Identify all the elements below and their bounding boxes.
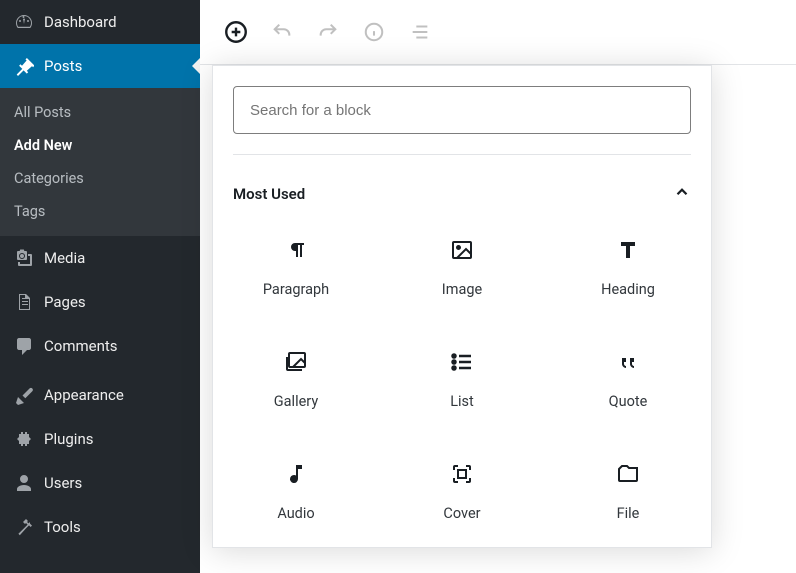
sidebar-item-dashboard[interactable]: Dashboard [0, 0, 200, 44]
block-search-input[interactable] [233, 86, 691, 134]
pages-icon [14, 292, 34, 312]
dashboard-label: Dashboard [44, 13, 117, 31]
submenu-tags[interactable]: Tags [0, 195, 200, 228]
chevron-up-icon [673, 183, 691, 205]
block-audio[interactable]: Audio [213, 435, 379, 547]
content-info-button[interactable] [360, 18, 388, 46]
sidebar-item-pages[interactable]: Pages [0, 280, 200, 324]
editor-toolbar [200, 0, 796, 65]
block-label: File [617, 505, 640, 522]
cover-icon [449, 461, 475, 487]
sidebar-item-appearance[interactable]: Appearance [0, 373, 200, 417]
block-image[interactable]: Image [379, 211, 545, 323]
block-label: Gallery [274, 393, 318, 410]
audio-icon [283, 461, 309, 487]
paragraph-icon [283, 237, 309, 263]
block-label: Paragraph [263, 281, 329, 298]
sidebar-item-users[interactable]: Users [0, 461, 200, 505]
quote-icon [615, 349, 641, 375]
tools-label: Tools [44, 518, 81, 536]
block-outline-button[interactable] [406, 18, 434, 46]
block-label: Cover [443, 505, 480, 522]
block-inserter: Most Used Paragraph Image Heading Galler… [212, 65, 712, 548]
dashboard-icon [14, 12, 34, 32]
block-list[interactable]: List [379, 323, 545, 435]
comments-icon [14, 336, 34, 356]
submenu-all-posts[interactable]: All Posts [0, 96, 200, 129]
block-gallery[interactable]: Gallery [213, 323, 379, 435]
block-label: List [450, 393, 474, 410]
sidebar-item-media[interactable]: Media [0, 236, 200, 280]
pages-label: Pages [44, 293, 86, 311]
sidebar-item-plugins[interactable]: Plugins [0, 417, 200, 461]
block-label: Heading [601, 281, 655, 298]
block-grid: Paragraph Image Heading Gallery List Quo… [213, 211, 711, 547]
block-label: Quote [609, 393, 648, 410]
appearance-icon [14, 385, 34, 405]
block-cover[interactable]: Cover [379, 435, 545, 547]
block-label: Image [442, 281, 482, 298]
posts-submenu: All Posts Add New Categories Tags [0, 88, 200, 236]
users-label: Users [44, 474, 82, 492]
pin-icon [14, 56, 34, 76]
users-icon [14, 473, 34, 493]
list-icon [449, 349, 475, 375]
sidebar-item-posts[interactable]: Posts [0, 44, 200, 88]
block-file[interactable]: File [545, 435, 711, 547]
media-icon [14, 248, 34, 268]
submenu-add-new[interactable]: Add New [0, 129, 200, 162]
sidebar-item-tools[interactable]: Tools [0, 505, 200, 549]
admin-sidebar: Dashboard Posts All Posts Add New Catego… [0, 0, 200, 573]
file-icon [615, 461, 641, 487]
submenu-categories[interactable]: Categories [0, 162, 200, 195]
heading-icon [615, 237, 641, 263]
image-icon [449, 237, 475, 263]
comments-label: Comments [44, 337, 118, 355]
editor-area: a block Most Used Paragraph Image Headin… [200, 0, 796, 573]
undo-button[interactable] [268, 18, 296, 46]
plugins-label: Plugins [44, 430, 93, 448]
block-quote[interactable]: Quote [545, 323, 711, 435]
redo-button[interactable] [314, 18, 342, 46]
sidebar-item-comments[interactable]: Comments [0, 324, 200, 368]
block-heading[interactable]: Heading [545, 211, 711, 323]
posts-label: Posts [44, 57, 82, 75]
plugins-icon [14, 429, 34, 449]
appearance-label: Appearance [44, 386, 124, 404]
inserter-section-header[interactable]: Most Used [213, 165, 711, 211]
editor-placeholder-text: a block [710, 154, 771, 179]
add-block-button[interactable] [222, 18, 250, 46]
block-paragraph[interactable]: Paragraph [213, 211, 379, 323]
inserter-section-title: Most Used [233, 185, 305, 203]
tools-icon [14, 517, 34, 537]
gallery-icon [283, 349, 309, 375]
media-label: Media [44, 249, 85, 267]
block-label: Audio [277, 505, 314, 522]
